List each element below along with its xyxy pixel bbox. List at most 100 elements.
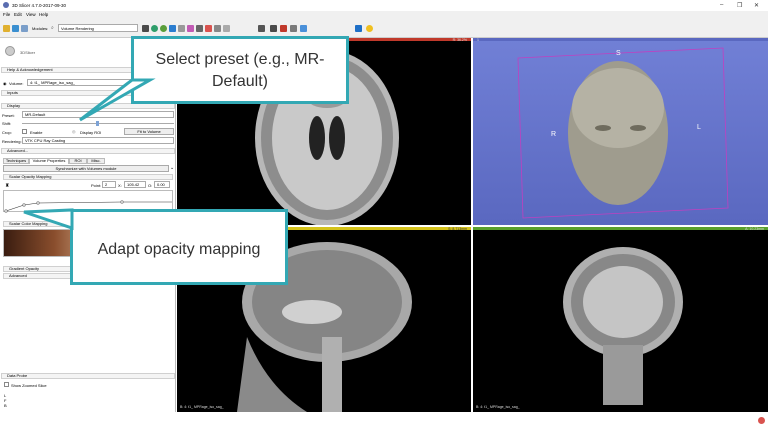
module-icon-d[interactable] [178, 25, 185, 32]
x-spinbox[interactable]: 105.42 [124, 181, 146, 188]
opacity-callout-pointer [23, 208, 74, 231]
menu-edit[interactable]: Edit [14, 12, 22, 17]
synchronize-button[interactable]: Synchronize with Volumes module [3, 165, 169, 172]
menu-view[interactable]: View [26, 12, 36, 17]
rendering-selector[interactable]: VTK CPU Ray Casting [22, 137, 174, 144]
orientation-r-label: R [551, 131, 557, 138]
preset-callout-text: Select preset (e.g., MR-Default) [155, 51, 325, 90]
save-icon[interactable] [21, 25, 28, 32]
volume-rendering-image [517, 47, 729, 219]
window-titlebar: 3D Slicer 4.7.0-2017-09-30 – ❐ ✕ [0, 0, 768, 11]
scalar-opacity-title: Scalar Opacity Mapping [9, 174, 52, 179]
mouse-mode-icon[interactable] [196, 25, 203, 32]
layout-icon[interactable] [258, 25, 265, 32]
data-probe-title: Data Probe [7, 373, 28, 378]
module-icon-b[interactable] [160, 25, 167, 32]
green-slice-view[interactable]: A: 10.23mm B: 4: t1_ MPRage_iso_sag_ [473, 227, 768, 412]
rendering-selector-value: VTK CPU Ray Casting [25, 138, 66, 143]
x-value: 105.42 [127, 182, 140, 187]
sync-options-chevron-icon[interactable]: ⌄ [170, 165, 174, 171]
transform-icon[interactable] [214, 25, 221, 32]
inputs-section-title: Inputs [7, 90, 18, 95]
advanced-section-title: Advanced... [7, 148, 29, 153]
tab-misc[interactable]: Misc. [87, 158, 105, 164]
orientation-s-label: S [616, 50, 621, 57]
tab-techniques-label: Techniques [5, 158, 27, 163]
o-spinbox[interactable]: 0.00 [154, 181, 170, 188]
enable-checkbox[interactable] [22, 129, 27, 134]
toggle-icon-d[interactable] [300, 25, 307, 32]
advanced-section-header[interactable]: Advanced... [1, 148, 175, 154]
gradient-opacity-title: Gradient Opacity [9, 266, 40, 271]
point-spinbox[interactable]: 2 [102, 181, 116, 188]
load-data-icon[interactable] [3, 25, 10, 32]
opacity-point-1[interactable] [4, 209, 8, 213]
show-zoomed-checkbox[interactable] [4, 382, 9, 387]
markup-icon[interactable] [205, 25, 212, 32]
dicom-icon[interactable] [12, 25, 19, 32]
help-section-title: Help & Acknowledgement [7, 67, 53, 72]
scalar-opacity-section-header[interactable]: Scalar Opacity Mapping [3, 174, 173, 180]
data-probe-section-header[interactable]: Data Probe [1, 373, 175, 379]
extension-manager-icon[interactable] [355, 25, 362, 32]
tab-roi[interactable]: ROI [69, 158, 87, 164]
show-zoomed-label: Show Zoomed Slice [11, 383, 47, 388]
status-bar [0, 412, 768, 432]
tab-roi-label: ROI [74, 158, 82, 163]
green-view-footer: B: 4: t1_ MPRage_iso_sag_ [476, 405, 520, 409]
o-value: 0.00 [157, 182, 165, 187]
opacity-callout: Adapt opacity mapping [70, 209, 288, 285]
python-icon[interactable] [366, 25, 373, 32]
threed-view[interactable]: 1 S R L [473, 38, 768, 225]
o-label: O: [148, 183, 153, 188]
coronal-brain-image [563, 247, 683, 405]
point-value: 2 [105, 182, 108, 187]
advanced-subsection-title: Advanced [9, 273, 27, 278]
menu-help[interactable]: Help [39, 12, 48, 17]
preset-selector-value: MR-Default [25, 112, 46, 117]
pin-icon[interactable]: ♜ [5, 183, 9, 189]
crop-label: Crop: [2, 130, 12, 135]
toggle-icon-a[interactable] [270, 25, 277, 32]
logo-label: 3DSlicer [20, 50, 36, 55]
menu-bar: File Edit View Help [0, 11, 768, 18]
module-selector[interactable]: Volume Rendering [58, 24, 138, 32]
tab-misc-label: Misc. [91, 158, 101, 163]
crosshair-icon[interactable] [223, 25, 230, 32]
search-icon[interactable]: ⌕ [51, 25, 54, 31]
maximize-button[interactable]: ❐ [737, 2, 742, 9]
menu-file[interactable]: File [3, 12, 10, 17]
main-toolbar: Modules: ⌕ Volume Rendering [0, 18, 768, 38]
slicer-logo-icon [5, 46, 15, 56]
preset-callout-pointer [79, 78, 156, 122]
close-button[interactable]: ✕ [754, 2, 759, 9]
module-icon-e[interactable] [187, 25, 194, 32]
opacity-point-4[interactable] [120, 200, 124, 204]
modules-label: Modules: [32, 26, 49, 31]
module-selector-value: Volume Rendering [61, 26, 94, 31]
orientation-l-label: L [697, 124, 701, 131]
point-label: Point: [91, 183, 102, 188]
opacity-callout-text: Adapt opacity mapping [97, 241, 261, 258]
module-icon-a[interactable] [151, 25, 158, 32]
slicer-app-icon [3, 2, 9, 8]
probe-b-label: B [4, 403, 7, 408]
back-icon[interactable] [142, 25, 149, 32]
tab-volume-properties[interactable]: Volume Properties [29, 158, 69, 164]
display-roi-label: Display ROI [80, 130, 102, 135]
window-title: 3D Slicer 4.7.0-2017-09-30 [12, 3, 67, 8]
x-label: X: [118, 183, 122, 188]
module-icon-c[interactable] [169, 25, 176, 32]
volume-label: Volume: [9, 81, 24, 86]
enable-label: Enable [30, 130, 43, 135]
display-section-title: Display [7, 103, 21, 108]
shift-label: Shift: [2, 121, 12, 126]
toggle-icon-b[interactable] [280, 25, 287, 32]
tab-techniques[interactable]: Techniques [3, 158, 29, 164]
preset-callout: Select preset (e.g., MR-Default) [131, 36, 349, 104]
eye-icon[interactable]: ◉ [3, 81, 7, 86]
minimize-button[interactable]: – [720, 2, 723, 8]
toggle-icon-c[interactable] [290, 25, 297, 32]
yellow-view-footer: B: 4: t1_ MPRage_iso_sag_ [180, 405, 224, 409]
error-log-icon[interactable] [758, 417, 765, 424]
